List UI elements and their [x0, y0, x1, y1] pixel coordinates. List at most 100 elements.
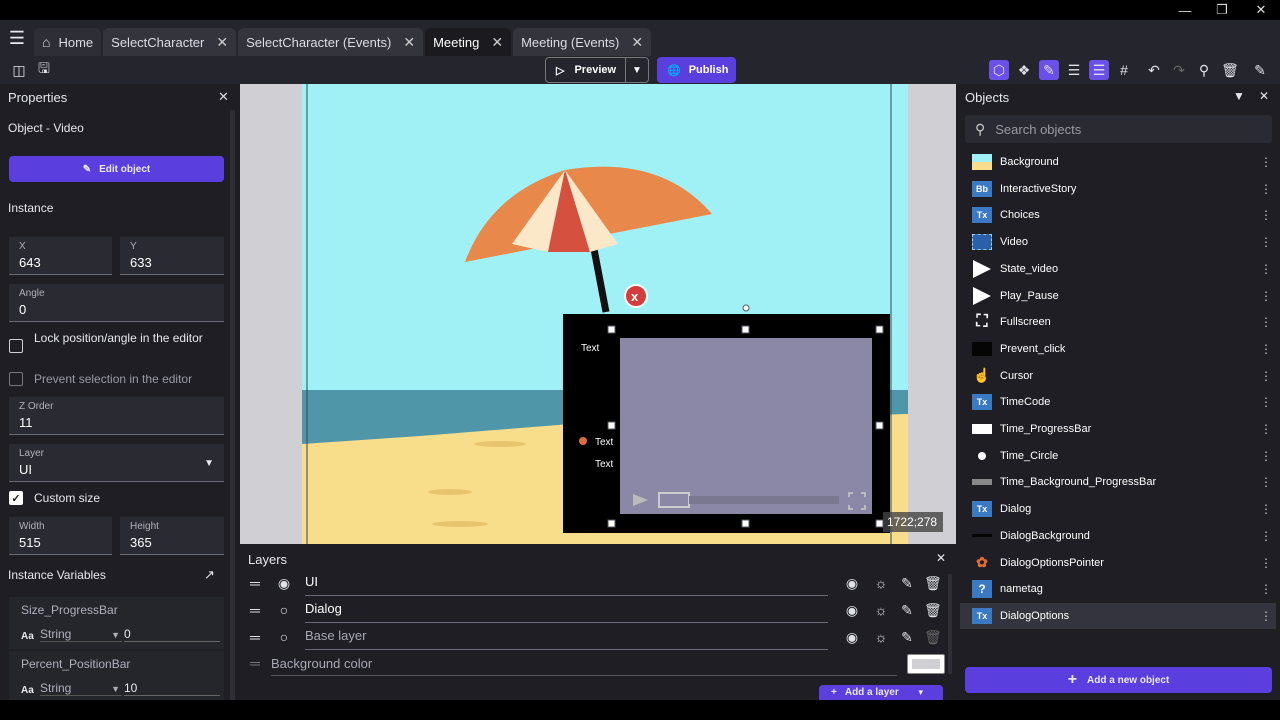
variable-name[interactable]: Percent_PositionBar	[21, 657, 130, 671]
object-item[interactable]: ✿ DialogOptionsPointer ⋮	[960, 550, 1276, 576]
width-field[interactable]: Width 515	[9, 517, 112, 555]
publish-button[interactable]: 🌐 Publish	[657, 57, 736, 83]
tab-selectcharacter-events[interactable]: SelectCharacter (Events) ✕	[238, 28, 424, 56]
progress-bar-track[interactable]	[689, 496, 839, 504]
more-options-icon[interactable]: ⋮	[1260, 529, 1272, 543]
tab-meeting[interactable]: Meeting ✕	[425, 28, 512, 56]
resize-handle[interactable]	[607, 325, 616, 334]
rotate-handle[interactable]	[742, 304, 750, 312]
more-options-icon[interactable]: ⋮	[1260, 449, 1272, 463]
height-field[interactable]: Height 365	[120, 517, 224, 555]
width-value[interactable]: 515	[19, 535, 41, 550]
object-item[interactable]: Video ⋮	[960, 229, 1276, 255]
undo-icon[interactable]: ↶	[1144, 60, 1164, 80]
object-groups-icon[interactable]: ❖	[1014, 60, 1034, 80]
object-item[interactable]: Time_ProgressBar ⋮	[960, 416, 1276, 442]
lock-checkbox[interactable]	[9, 339, 23, 353]
object-item[interactable]: Tx TimeCode ⋮	[960, 389, 1276, 415]
object-item[interactable]: Background ⋮	[960, 149, 1276, 175]
more-options-icon[interactable]: ⋮	[1260, 609, 1272, 623]
more-options-icon[interactable]: ⋮	[1260, 556, 1272, 570]
variable-name[interactable]: Size_ProgressBar	[21, 603, 118, 617]
close-icon[interactable]: ✕	[491, 34, 503, 51]
object-item[interactable]: Tx Choices ⋮	[960, 202, 1276, 228]
object-item[interactable]: Tx DialogOptions ⋮	[960, 602, 1276, 629]
redo-icon[interactable]: ↷	[1169, 60, 1189, 80]
resize-handle[interactable]	[875, 519, 884, 528]
search-input[interactable]: ⚲ Search objects	[965, 115, 1272, 143]
custom-size-checkbox[interactable]: ✓	[9, 491, 23, 505]
drag-handle-icon[interactable]: ═	[247, 629, 263, 645]
edit-icon[interactable]: ✎	[899, 575, 915, 592]
zorder-value[interactable]: 11	[19, 415, 33, 430]
resize-handle[interactable]	[607, 421, 616, 430]
video-area[interactable]	[620, 338, 872, 514]
more-options-icon[interactable]: ⋮	[1260, 155, 1272, 169]
x-field[interactable]: X 643	[9, 237, 112, 275]
y-field[interactable]: Y 633	[120, 237, 224, 275]
eye-icon[interactable]: ◉	[844, 602, 860, 619]
object-item[interactable]: ⛶ Fullscreen ⋮	[960, 309, 1276, 335]
more-options-icon[interactable]: ⋮	[1260, 315, 1272, 329]
lighting-icon[interactable]: ☼	[873, 575, 889, 591]
layers-icon[interactable]: ☰	[1089, 60, 1109, 80]
object-item[interactable]: Time_Background_ProgressBar ⋮	[960, 469, 1276, 495]
object-item[interactable]: Bb InteractiveStory ⋮	[960, 176, 1276, 202]
open-external-icon[interactable]: ↗	[204, 567, 215, 583]
resize-handle[interactable]	[741, 325, 750, 334]
edit-object-button[interactable]: ✎ Edit object	[9, 156, 224, 182]
add-object-button[interactable]: + Add a new object	[965, 667, 1272, 693]
instances-list-icon[interactable]: ☰	[1064, 60, 1084, 80]
resize-handle[interactable]	[607, 519, 616, 528]
more-options-icon[interactable]: ⋮	[1260, 475, 1272, 489]
zorder-field[interactable]: Z Order 11	[9, 397, 224, 435]
lighting-icon[interactable]: ☼	[873, 602, 889, 618]
settings-edit-icon[interactable]: ✎	[1250, 60, 1270, 80]
chevron-down-icon[interactable]: ▼	[917, 688, 925, 697]
layer-select[interactable]: Layer UI ▼	[9, 444, 224, 482]
object-icon[interactable]: ⬡	[989, 60, 1009, 80]
scene-editor-canvas[interactable]: Text Text Text x 1722;278	[240, 84, 956, 544]
resize-handle[interactable]	[875, 421, 884, 430]
layer-row-ui[interactable]: ═ ◉ UI ◉ ☼ ✎ 🗑	[240, 571, 956, 597]
x-value[interactable]: 643	[19, 255, 41, 270]
object-item[interactable]: State_video ⋮	[960, 256, 1276, 282]
filter-icon[interactable]: ▼	[1233, 89, 1245, 103]
lighting-icon[interactable]: ☼	[873, 629, 889, 645]
layer-row-base[interactable]: ═ ○ Base layer ◉ ☼ ✎ 🗑	[240, 625, 956, 651]
close-icon[interactable]: ✕	[218, 89, 229, 105]
object-item[interactable]: ☝ Cursor ⋮	[960, 363, 1276, 389]
radio-icon[interactable]: ○	[276, 602, 292, 618]
object-item[interactable]: Prevent_click ⋮	[960, 336, 1276, 362]
delete-icon[interactable]: 🗑	[924, 602, 942, 619]
tab-home[interactable]: ⌂ Home	[34, 28, 102, 56]
save-icon[interactable]: 🖫	[34, 60, 54, 80]
angle-value[interactable]: 0	[19, 302, 26, 317]
resize-handle[interactable]	[875, 325, 884, 334]
layer-name[interactable]: UI	[305, 574, 828, 596]
angle-field[interactable]: Angle 0	[9, 284, 224, 322]
more-options-icon[interactable]: ⋮	[1260, 395, 1272, 409]
object-item[interactable]: Tx Dialog ⋮	[960, 496, 1276, 522]
object-item[interactable]: DialogBackground ⋮	[960, 523, 1276, 549]
tab-selectcharacter[interactable]: SelectCharacter ✕	[103, 28, 237, 56]
object-item[interactable]: Play_Pause ⋮	[960, 283, 1276, 309]
radio-selected-icon[interactable]: ◉	[276, 575, 292, 592]
properties-edit-icon[interactable]: ✎	[1039, 60, 1059, 80]
more-options-icon[interactable]: ⋮	[1260, 502, 1272, 516]
edit-icon[interactable]: ✎	[899, 602, 915, 619]
drag-handle-icon[interactable]: ═	[247, 602, 263, 618]
grid-icon[interactable]: #	[1114, 60, 1134, 80]
variable-type-select[interactable]: String ▼	[40, 681, 122, 696]
minimize-icon[interactable]: —	[1170, 0, 1200, 20]
scrollbar[interactable]	[230, 110, 235, 700]
object-item[interactable]: Time_Circle ⋮	[960, 443, 1276, 469]
layer-name[interactable]: Dialog	[305, 601, 828, 623]
add-layer-button[interactable]: + Add a layer ▼	[819, 685, 943, 700]
more-options-icon[interactable]: ⋮	[1260, 208, 1272, 222]
height-value[interactable]: 365	[130, 535, 152, 550]
zoom-icon[interactable]: ⚲	[1194, 60, 1214, 80]
background-color-swatch[interactable]	[907, 654, 945, 674]
close-icon[interactable]: ✕	[936, 551, 946, 565]
layer-row-dialog[interactable]: ═ ○ Dialog ◉ ☼ ✎ 🗑	[240, 598, 956, 624]
